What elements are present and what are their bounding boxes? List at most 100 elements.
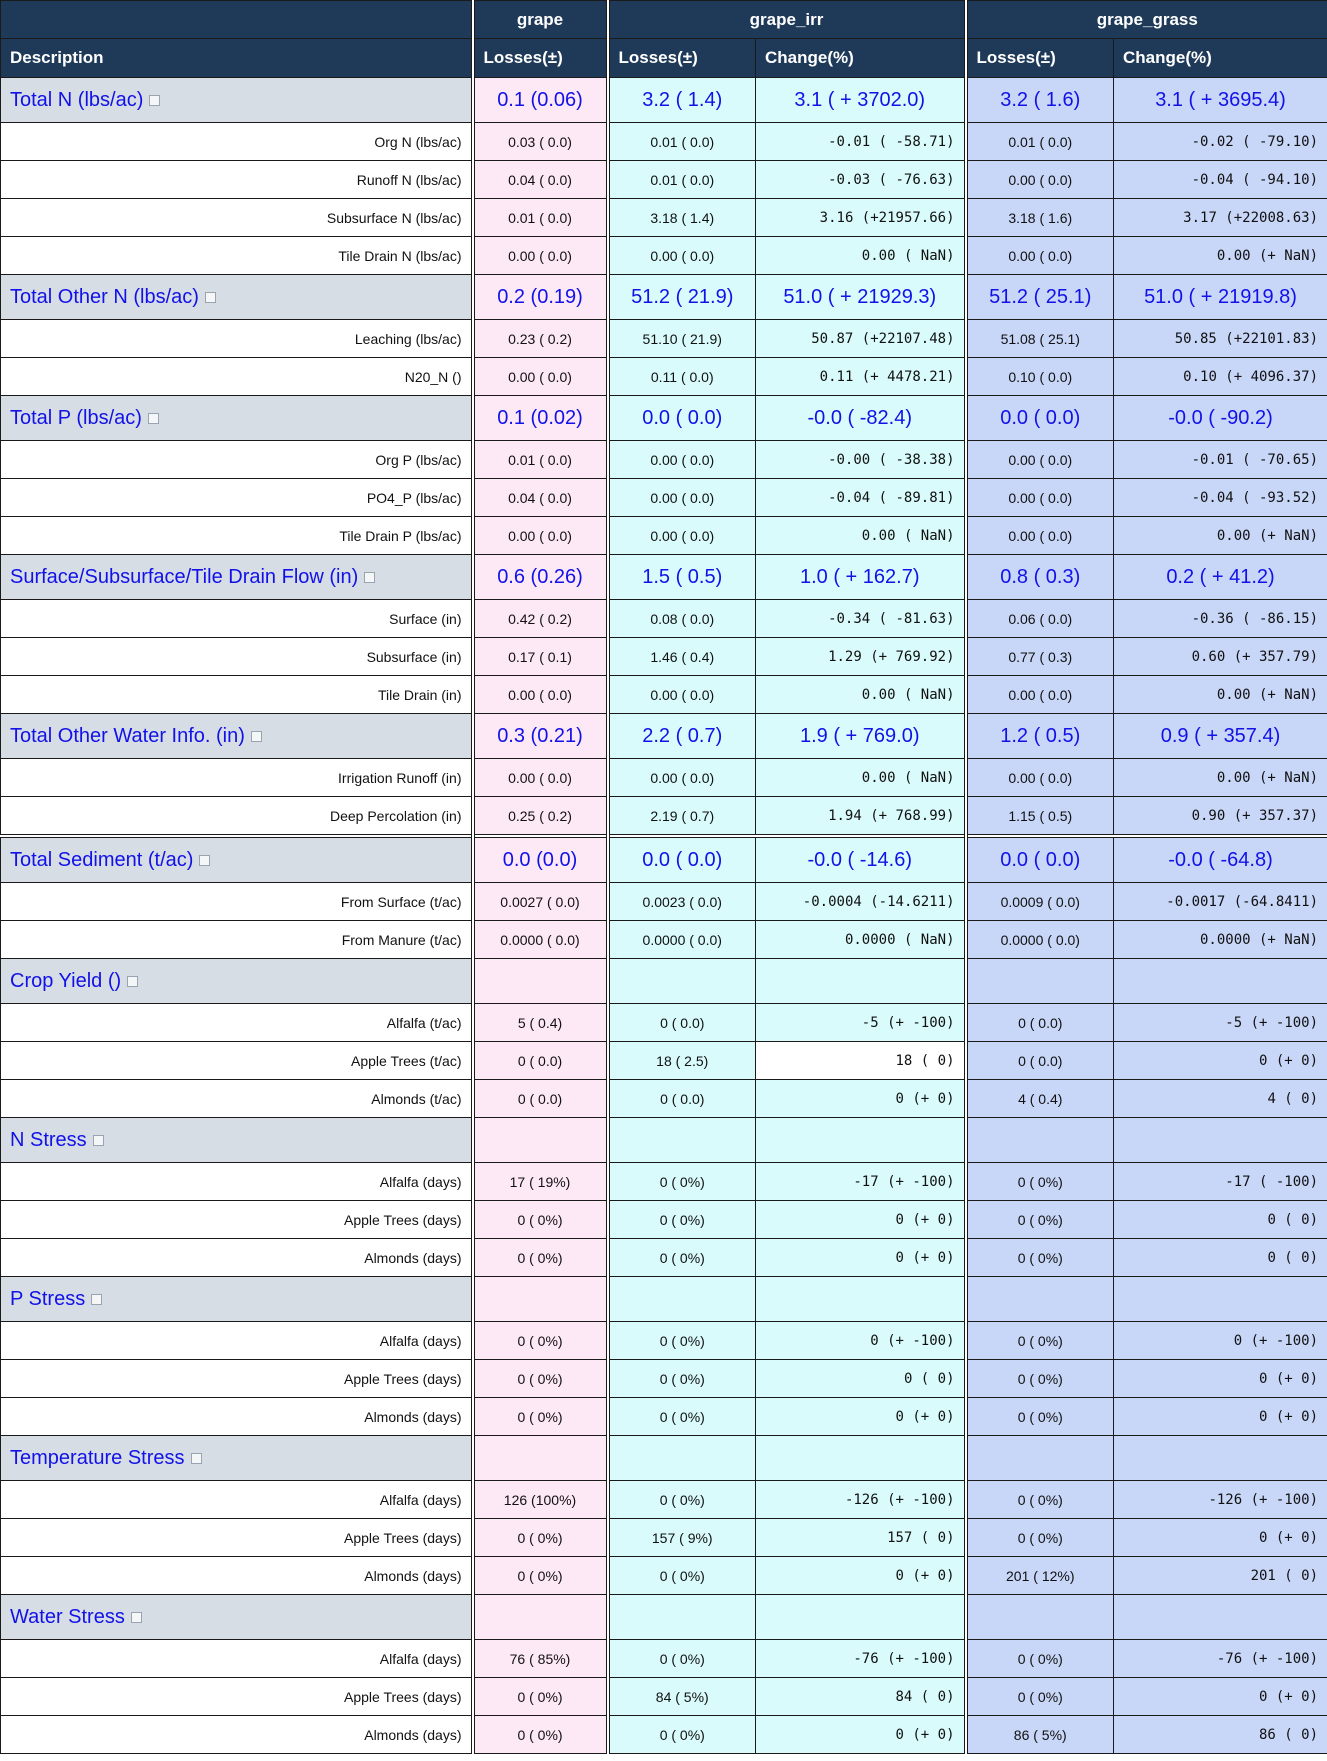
collapse-toggle-icon[interactable] <box>199 854 211 866</box>
losses-header-grape-grass: Losses(±) <box>965 38 1115 78</box>
grape-irr-change-cell: 0.00 ( NaN) <box>754 758 968 797</box>
table-row: Almonds (days) 0 ( 0%) 0 ( 0%) 0 (+ 0) 0 ( 0… <box>0 1397 1327 1436</box>
grape-irr-change-cell: 0.0000 ( NaN) <box>754 920 968 959</box>
row-label: Almonds (days) <box>0 1238 473 1277</box>
grape-grass-change-cell: 0.90 (+ 357.37) <box>1113 796 1327 837</box>
collapse-toggle-icon[interactable] <box>364 571 376 583</box>
row-label: Runoff N (lbs/ac) <box>0 160 473 199</box>
group-label-cell[interactable]: Total Other N (lbs/ac) <box>0 274 473 320</box>
group-row: Total Other Water Info. (in) 0.3 (0.21) 2.… <box>0 713 1327 759</box>
grape-irr-change-cell: 0.11 (+ 4478.21) <box>754 357 968 396</box>
collapse-toggle-icon[interactable] <box>190 1452 202 1464</box>
row-label: Tile Drain P (lbs/ac) <box>0 516 473 555</box>
summary-grape-grass-change <box>1113 958 1327 1004</box>
grape-irr-losses-cell: 0.01 ( 0.0) <box>607 160 756 199</box>
group-row: Surface/Subsurface/Tile Drain Flow (in) 0… <box>0 554 1327 600</box>
row-label: Org N (lbs/ac) <box>0 122 473 161</box>
grape-irr-losses-cell: 0.01 ( 0.0) <box>607 122 756 161</box>
group-label-cell[interactable]: Crop Yield () <box>0 958 473 1004</box>
grape-losses-cell: 0 ( 0%) <box>470 1321 610 1360</box>
collapse-toggle-icon[interactable] <box>91 1293 103 1305</box>
grape-losses-cell: 17 ( 19%) <box>470 1162 610 1201</box>
collapse-toggle-icon[interactable] <box>149 94 161 106</box>
grape-losses-cell: 0 ( 0%) <box>470 1556 610 1595</box>
grape-grass-losses-cell: 0.01 ( 0.0) <box>965 122 1115 161</box>
table-row: Surface (in) 0.42 ( 0.2) 0.08 ( 0.0) -0.34 … <box>0 599 1327 638</box>
grape-losses-cell: 0.0000 ( 0.0) <box>470 920 610 959</box>
table-row: Leaching (lbs/ac) 0.23 ( 0.2) 51.10 ( 21.9… <box>0 319 1327 358</box>
grape-irr-losses-cell: 0 ( 0%) <box>607 1639 756 1678</box>
grape-irr-change-cell: 0 (+ -100) <box>754 1321 968 1360</box>
grape-irr-losses-cell: 0 ( 0%) <box>607 1200 756 1239</box>
grape-losses-cell: 0.04 ( 0.0) <box>470 478 610 517</box>
row-label: Subsurface (in) <box>0 637 473 676</box>
summary-grape-irr-losses <box>607 1594 756 1640</box>
collapse-toggle-icon[interactable] <box>130 1611 142 1623</box>
grape-grass-change-cell: 201 ( 0) <box>1113 1556 1327 1595</box>
table-row: From Surface (t/ac) 0.0027 ( 0.0) 0.0023 (… <box>0 882 1327 921</box>
group-label-cell[interactable]: Total Sediment (t/ac) <box>0 834 473 883</box>
table-row: Almonds (t/ac) 0 ( 0.0) 0 ( 0.0) 0 (+ 0) 4 (… <box>0 1079 1327 1118</box>
table-row: Apple Trees (t/ac) 0 ( 0.0) 18 ( 2.5) 18 ( … <box>0 1041 1327 1080</box>
grape-grass-change-cell: 4 ( 0) <box>1113 1079 1327 1118</box>
grape-losses-cell: 76 ( 85%) <box>470 1639 610 1678</box>
grape-grass-change-cell: 0 (+ 0) <box>1113 1359 1327 1398</box>
grape-losses-cell: 0.01 ( 0.0) <box>470 440 610 479</box>
summary-grape-grass-losses <box>965 958 1115 1004</box>
group-row: Total N (lbs/ac) 0.1 (0.06) 3.2 ( 1.4) 3.1 … <box>0 77 1327 123</box>
grape-irr-losses-cell: 1.46 ( 0.4) <box>607 637 756 676</box>
grape-irr-losses-cell: 2.19 ( 0.7) <box>607 796 756 837</box>
losses-header-grape-irr: Losses(±) <box>607 38 756 78</box>
group-label-cell[interactable]: Temperature Stress <box>0 1435 473 1481</box>
summary-grape-irr-change <box>754 958 968 1004</box>
grape-irr-losses-cell: 0.00 ( 0.0) <box>607 675 756 714</box>
grape-grass-losses-cell: 0 ( 0%) <box>965 1238 1115 1277</box>
collapse-toggle-icon[interactable] <box>127 975 139 987</box>
summary-grape-irr-change: -0.0 ( -14.6) <box>754 834 968 883</box>
collapse-toggle-icon[interactable] <box>147 412 159 424</box>
grape-irr-losses-cell: 3.18 ( 1.4) <box>607 198 756 237</box>
summary-grape-grass-change: 3.1 ( + 3695.4) <box>1113 77 1327 123</box>
grape-grass-change-cell: 0 (+ 0) <box>1113 1677 1327 1716</box>
group-label-cell[interactable]: Surface/Subsurface/Tile Drain Flow (in) <box>0 554 473 600</box>
grape-grass-change-cell: 0.0000 (+ NaN) <box>1113 920 1327 959</box>
grape-irr-change-cell: -0.0004 (-14.6211) <box>754 882 968 921</box>
group-label: Total Sediment (t/ac) <box>10 848 194 871</box>
group-label-cell[interactable]: Total N (lbs/ac) <box>0 77 473 123</box>
grape-irr-losses-cell: 0.00 ( 0.0) <box>607 516 756 555</box>
grape-losses-cell: 0 ( 0.0) <box>470 1079 610 1118</box>
group-label-cell[interactable]: Total Other Water Info. (in) <box>0 713 473 759</box>
collapse-toggle-icon[interactable] <box>92 1134 104 1146</box>
group-label: Temperature Stress <box>10 1446 185 1469</box>
group-label-cell[interactable]: N Stress <box>0 1117 473 1163</box>
summary-grape-losses: 0.2 (0.19) <box>470 274 610 320</box>
grape-irr-change-cell: -0.04 ( -89.81) <box>754 478 968 517</box>
grape-irr-losses-cell: 0 ( 0%) <box>607 1556 756 1595</box>
grape-grass-losses-cell: 0.00 ( 0.0) <box>965 516 1115 555</box>
grape-irr-losses-cell: 0 ( 0%) <box>607 1359 756 1398</box>
collapse-toggle-icon[interactable] <box>250 730 262 742</box>
group-label-cell[interactable]: Total P (lbs/ac) <box>0 395 473 441</box>
group-row: N Stress <box>0 1117 1327 1163</box>
row-label: Tile Drain N (lbs/ac) <box>0 236 473 275</box>
group-label-cell[interactable]: P Stress <box>0 1276 473 1322</box>
group-row: Temperature Stress <box>0 1435 1327 1481</box>
summary-grape-grass-losses: 0.0 ( 0.0) <box>965 834 1115 883</box>
change-header-grape-irr: Change(%) <box>754 38 968 78</box>
row-label: Alfalfa (t/ac) <box>0 1003 473 1042</box>
summary-grape-losses <box>470 1276 610 1322</box>
table-row: Org N (lbs/ac) 0.03 ( 0.0) 0.01 ( 0.0) -0.0… <box>0 122 1327 161</box>
scenario-header-grape: grape <box>470 0 610 39</box>
grape-irr-change-cell: -126 (+ -100) <box>754 1480 968 1519</box>
grape-grass-change-cell: 0 (+ 0) <box>1113 1041 1327 1080</box>
summary-grape-grass-change <box>1113 1594 1327 1640</box>
grape-losses-cell: 0.17 ( 0.1) <box>470 637 610 676</box>
grape-irr-losses-cell: 0.0023 ( 0.0) <box>607 882 756 921</box>
grape-losses-cell: 0.00 ( 0.0) <box>470 236 610 275</box>
summary-grape-irr-change <box>754 1276 968 1322</box>
collapse-toggle-icon[interactable] <box>204 291 216 303</box>
row-label: Surface (in) <box>0 599 473 638</box>
group-label-cell[interactable]: Water Stress <box>0 1594 473 1640</box>
grape-grass-losses-cell: 0.06 ( 0.0) <box>965 599 1115 638</box>
grape-grass-change-cell: -76 (+ -100) <box>1113 1639 1327 1678</box>
